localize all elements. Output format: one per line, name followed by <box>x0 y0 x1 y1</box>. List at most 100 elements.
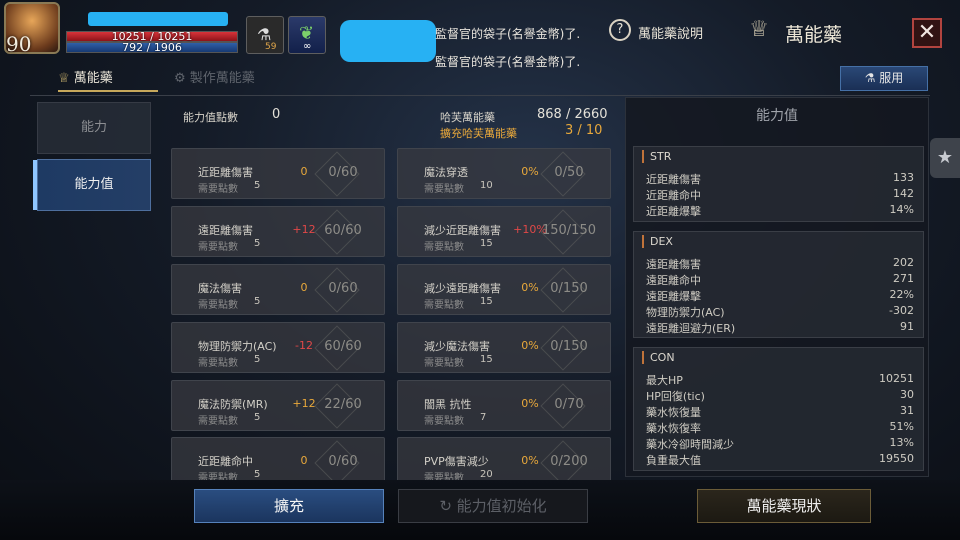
redacted-name <box>88 12 228 26</box>
nav-ability[interactable]: 能力 <box>37 102 151 154</box>
redacted-block <box>340 20 436 62</box>
stat-name: 魔法防禦(MR) <box>198 398 268 411</box>
tab-craft-elixir[interactable]: ⚙ 製作萬能藥 <box>174 66 284 92</box>
reset-stats-button[interactable]: ↻ 能力值初始化 <box>398 489 588 523</box>
stat-row-value: 14% <box>889 203 914 216</box>
stat-row: 遠距離迴避力(ER) 91 <box>646 320 914 336</box>
stat-row-label: 遠距離命中 <box>646 274 701 287</box>
stat-row-value: 91 <box>900 320 914 333</box>
stat-section-dex: DEX 遠距離傷害 202 遠距離命中 271 遠距離爆擊 22% 物理防禦力(AC) -302… <box>633 231 924 338</box>
stat-row-label: 負重最大值 <box>646 454 701 467</box>
potion-slot[interactable]: ⚗ 59 <box>246 16 284 54</box>
cost-label: 需要點數 <box>198 184 238 195</box>
stat-row-label: 物理防禦力(AC) <box>646 306 725 319</box>
stat-name: PVP傷害減少 <box>424 455 489 468</box>
close-button[interactable]: ✕ <box>912 18 942 48</box>
stat-card[interactable]: 魔法傷害 需要點數 5 0 0/60 <box>171 264 385 315</box>
player-level: 90 <box>6 32 32 56</box>
cost-label: 需要點數 <box>198 242 238 253</box>
stat-progress: 0/70 <box>554 397 584 412</box>
stat-row-value: 10251 <box>879 372 914 385</box>
cost-value: 15 <box>480 238 493 249</box>
leaf-buff-slot[interactable]: ❦ ∞ <box>288 16 326 54</box>
stat-row-value: 202 <box>893 256 914 269</box>
stat-name: 減少魔法傷害 <box>424 340 490 353</box>
stat-row-label: 遠距離爆擊 <box>646 290 701 303</box>
stat-row: 負重最大值 19550 <box>646 452 914 468</box>
stat-row-label: 藥水恢復量 <box>646 406 701 419</box>
stat-row-label: 近距離爆擊 <box>646 205 701 218</box>
cost-value: 7 <box>480 412 487 423</box>
stat-row: 遠距離命中 271 <box>646 272 914 288</box>
stat-card[interactable]: 近距離傷害 需要點數 5 0 0/60 <box>171 148 385 199</box>
favorite-star-icon[interactable]: ★ <box>930 138 960 178</box>
stat-row: 遠距離傷害 202 <box>646 256 914 272</box>
infinity-icon: ∞ <box>303 41 312 52</box>
cost-value: 20 <box>480 469 493 480</box>
mp-text: 792 / 1906 <box>122 41 182 54</box>
stat-row-value: 22% <box>889 288 914 301</box>
capacity-value: 868 / 2660 <box>537 107 608 122</box>
stat-row-value: 133 <box>893 171 914 184</box>
cost-value: 15 <box>480 354 493 365</box>
flask-icon: ⚗ <box>864 71 880 85</box>
stat-card[interactable]: 減少魔法傷害 需要點數 15 0% 0/150 <box>397 322 611 373</box>
stat-name: 魔法穿透 <box>424 166 468 179</box>
stat-name: 近距離傷害 <box>198 166 253 179</box>
system-message-2: 監督官的袋子(名譽金幣)了. <box>435 55 581 69</box>
points-label: 能力值點數 <box>183 111 238 124</box>
stat-progress: 22/60 <box>324 397 362 412</box>
stat-section-str: STR 近距離傷害 133 近距離命中 142 近距離爆擊 14% <box>633 146 924 222</box>
cost-label: 需要點數 <box>198 416 238 427</box>
stat-card[interactable]: 遠距離傷害 需要點數 5 +12 60/60 <box>171 206 385 257</box>
cost-label: 需要點數 <box>424 242 464 253</box>
stat-card[interactable]: 魔法防禦(MR) 需要點數 5 +12 22/60 <box>171 380 385 431</box>
stat-row: 藥水恢復率 51% <box>646 420 914 436</box>
cost-value: 10 <box>480 180 493 191</box>
stat-progress: 0/150 <box>550 281 588 296</box>
stat-progress: 0/200 <box>550 454 588 469</box>
cost-value: 5 <box>254 180 261 191</box>
reset-label: 能力值初始化 <box>456 497 547 515</box>
section-head: CON <box>642 351 675 364</box>
tab-elixir-label: 萬能藥 <box>73 71 113 86</box>
stat-row-label: 最大HP <box>646 374 683 387</box>
stat-row-label: HP回復(tic) <box>646 390 705 403</box>
stat-progress: 0/60 <box>328 454 358 469</box>
stat-name: 闇黑 抗性 <box>424 398 472 411</box>
stat-name: 近距離命中 <box>198 455 253 468</box>
cost-value: 15 <box>480 296 493 307</box>
cost-label: 需要點數 <box>198 300 238 311</box>
stat-row: 近距離傷害 133 <box>646 171 914 187</box>
stat-card[interactable]: 減少遠距離傷害 需要點數 15 0% 0/150 <box>397 264 611 315</box>
expand-capacity-label: 擴充哈芙萬能藥 <box>440 127 517 140</box>
stat-row: 最大HP 10251 <box>646 372 914 388</box>
help-icon[interactable]: ? <box>609 19 631 41</box>
points-value: 0 <box>272 107 281 122</box>
stat-row: 藥水冷卻時間減少 13% <box>646 436 914 452</box>
stat-progress: 0/150 <box>550 339 588 354</box>
stat-row-value: 271 <box>893 272 914 285</box>
help-label[interactable]: 萬能藥說明 <box>638 23 703 42</box>
stat-row-value: 13% <box>889 436 914 449</box>
use-button[interactable]: ⚗ 服用 <box>840 66 928 91</box>
tab-elixir[interactable]: ♕ 萬能藥 <box>58 66 158 92</box>
nav-stats[interactable]: 能力值 <box>33 159 151 211</box>
tab-craft-label: 製作萬能藥 <box>189 71 255 86</box>
page-title: 萬能藥 <box>785 24 843 46</box>
stat-card[interactable]: 物理防禦力(AC) 需要點數 5 -12 60/60 <box>171 322 385 373</box>
stat-row: 遠距離爆擊 22% <box>646 288 914 304</box>
cost-value: 5 <box>254 296 261 307</box>
stat-row: 藥水恢復量 31 <box>646 404 914 420</box>
stats-panel-title: 能力值 <box>756 108 798 124</box>
use-button-label: 服用 <box>879 71 904 85</box>
stat-card[interactable]: 闇黑 抗性 需要點數 7 0% 0/70 <box>397 380 611 431</box>
stat-progress: 0/50 <box>554 165 584 180</box>
stat-row-value: 142 <box>893 187 914 200</box>
stat-row-label: 近距離傷害 <box>646 173 701 186</box>
expand-button[interactable]: 擴充 <box>194 489 384 523</box>
stat-card[interactable]: 減少近距離傷害 需要點數 15 +10% 150/150 <box>397 206 611 257</box>
stat-card[interactable]: 魔法穿透 需要點數 10 0% 0/50 <box>397 148 611 199</box>
elixir-status-button[interactable]: 萬能藥現狀 <box>697 489 871 523</box>
capacity-label: 哈芙萬能藥 <box>440 111 495 124</box>
